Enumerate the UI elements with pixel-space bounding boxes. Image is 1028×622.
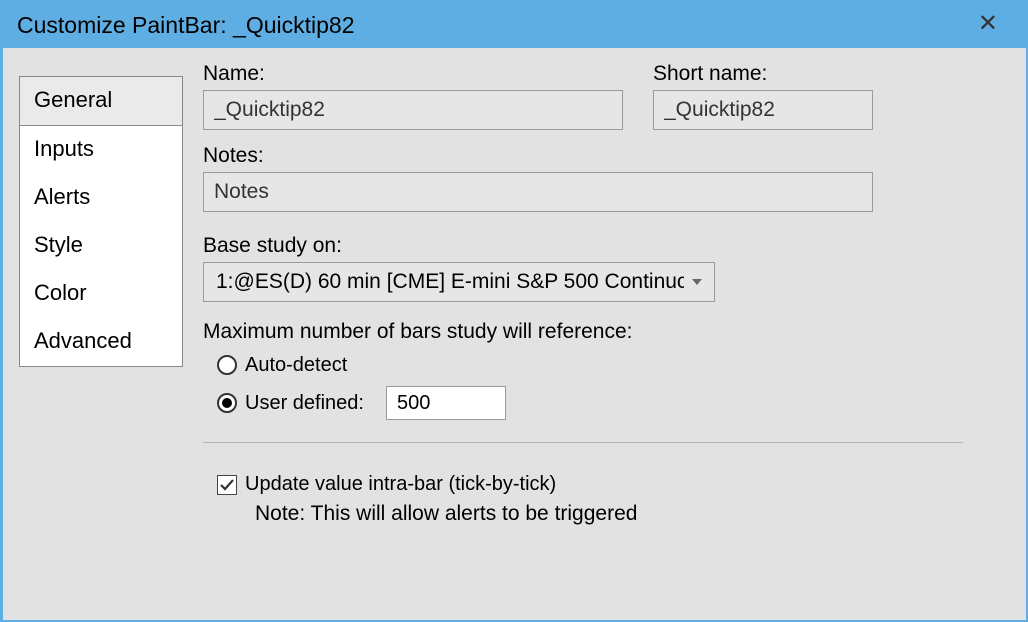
notes-input[interactable] (203, 172, 873, 212)
tab-color[interactable]: Color (20, 270, 182, 318)
divider (203, 442, 963, 443)
short-name-input[interactable] (653, 90, 873, 130)
tab-label: Inputs (34, 136, 94, 161)
base-study-select[interactable]: 1:@ES(D) 60 min [CME] E-mini S&P 500 Con… (203, 262, 715, 302)
tab-list: General Inputs Alerts Style Color Advanc… (19, 76, 183, 367)
user-defined-input[interactable] (386, 386, 506, 420)
short-name-label: Short name: (653, 62, 873, 86)
dialog-window: Customize PaintBar: _Quicktip82 ✕ Genera… (0, 0, 1028, 622)
update-intrabar-note: Note: This will allow alerts to be trigg… (255, 502, 1002, 526)
close-icon[interactable]: ✕ (978, 12, 998, 36)
checkbox-update-intrabar[interactable] (217, 475, 237, 495)
content-general: Name: Short name: Notes: Base study on: … (203, 62, 1002, 620)
radio-user-defined[interactable] (217, 393, 237, 413)
check-icon (219, 477, 235, 493)
window-title: Customize PaintBar: _Quicktip82 (17, 12, 355, 39)
name-input[interactable] (203, 90, 623, 130)
auto-detect-label: Auto-detect (245, 354, 347, 377)
tab-label: Advanced (34, 328, 132, 353)
tab-general[interactable]: General (20, 77, 182, 126)
tab-style[interactable]: Style (20, 222, 182, 270)
base-study-value: 1:@ES(D) 60 min [CME] E-mini S&P 500 Con… (216, 270, 684, 294)
user-defined-label: User defined: (245, 392, 364, 415)
max-bars-label: Maximum number of bars study will refere… (203, 320, 1002, 344)
tab-alerts[interactable]: Alerts (20, 174, 182, 222)
titlebar: Customize PaintBar: _Quicktip82 ✕ (3, 2, 1026, 48)
dialog-body: General Inputs Alerts Style Color Advanc… (3, 48, 1026, 620)
tab-inputs[interactable]: Inputs (20, 126, 182, 174)
name-label: Name: (203, 62, 623, 86)
tab-advanced[interactable]: Advanced (20, 318, 182, 366)
update-intrabar-label: Update value intra-bar (tick-by-tick) (245, 473, 556, 496)
tab-label: Color (34, 280, 87, 305)
radio-auto-detect[interactable] (217, 355, 237, 375)
chevron-down-icon (692, 279, 702, 285)
base-study-label: Base study on: (203, 234, 1002, 258)
tab-label: General (34, 87, 112, 112)
notes-label: Notes: (203, 144, 873, 168)
tab-label: Alerts (34, 184, 90, 209)
tab-label: Style (34, 232, 83, 257)
